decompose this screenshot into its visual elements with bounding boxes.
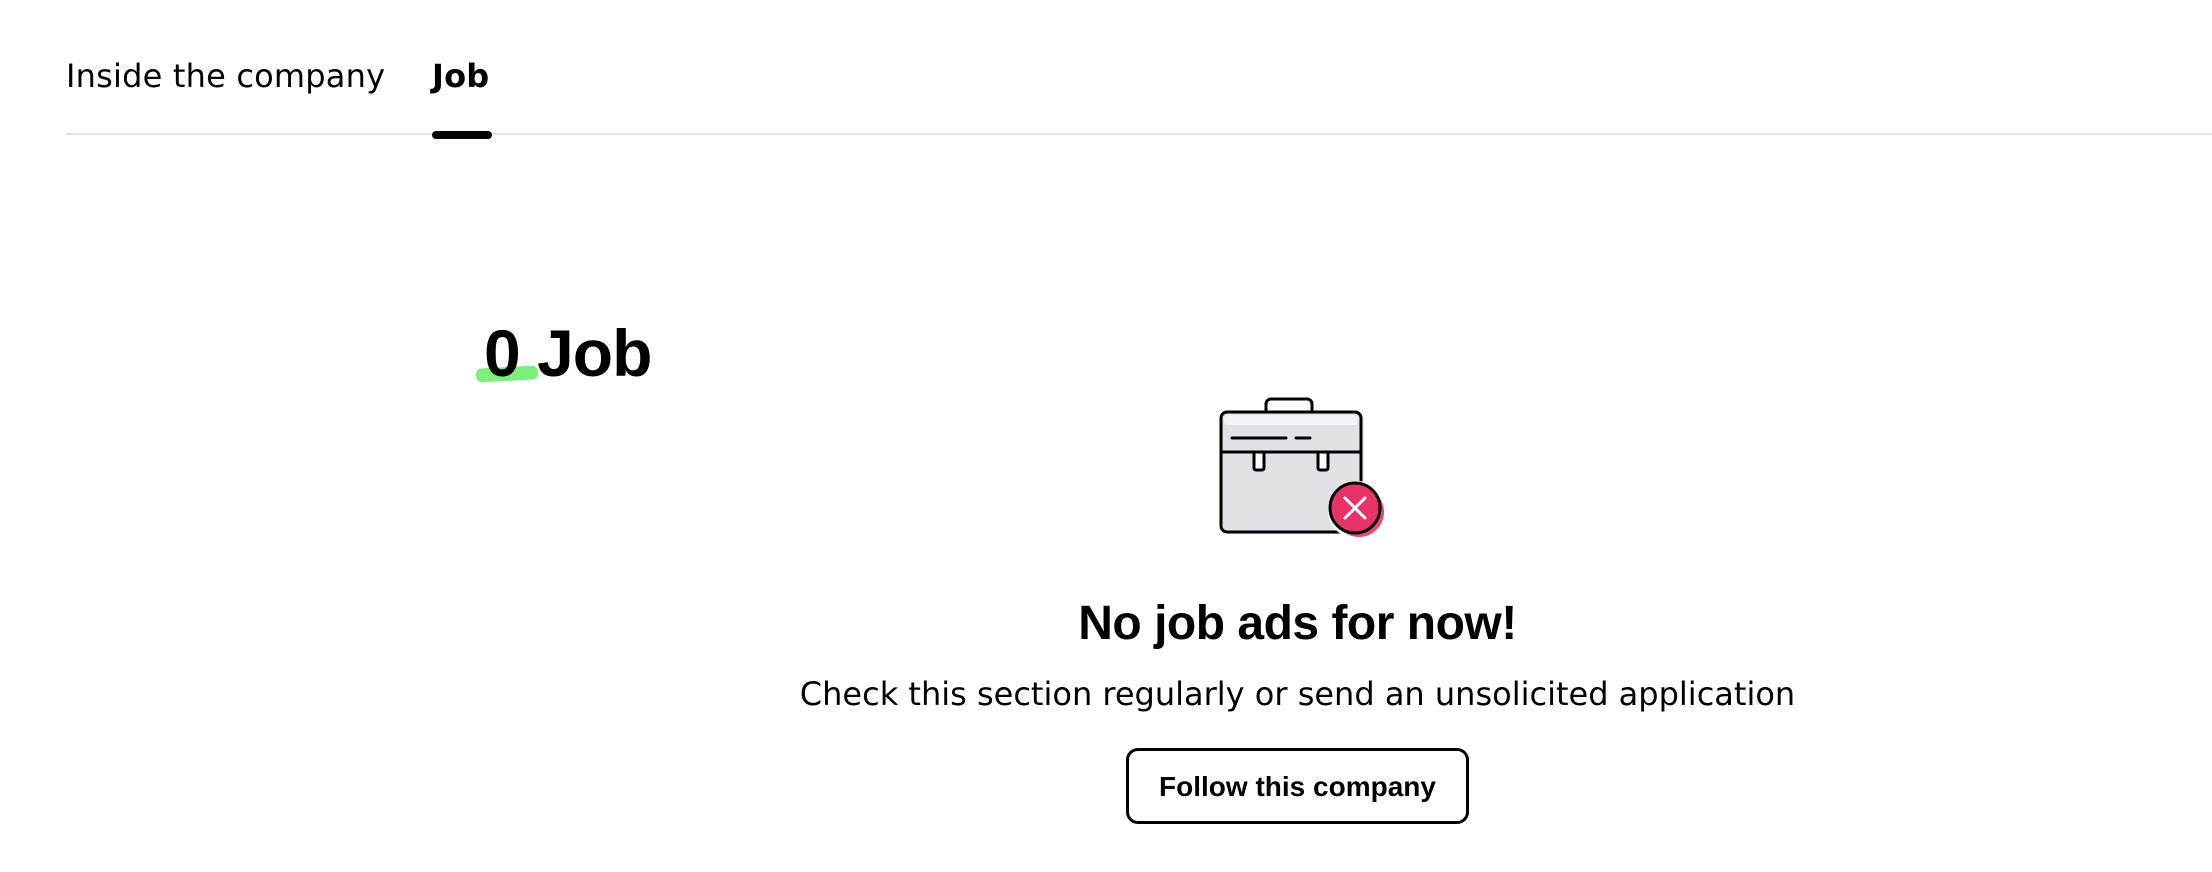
company-tabs: Inside the company Job [66,0,2212,139]
empty-state: No job ads for now! Check this section r… [760,390,1835,824]
jobs-count-label: Job [537,315,652,390]
active-tab-indicator [432,131,492,139]
jobs-count-heading: 0 Job [475,313,652,393]
tab-inside-the-company[interactable]: Inside the company [66,52,385,100]
follow-company-button[interactable]: Follow this company [1126,748,1469,824]
jobs-count-number: 0 [475,313,539,393]
empty-state-subtitle: Check this section regularly or send an … [799,675,1796,713]
empty-state-title: No job ads for now! [1078,597,1517,650]
jobs-count-value: 0 [484,315,521,390]
tab-job[interactable]: Job [432,52,489,100]
briefcase-with-x-icon [1218,390,1398,550]
company-jobs-page: Inside the company Job 0 Job No job ads … [0,0,2212,872]
